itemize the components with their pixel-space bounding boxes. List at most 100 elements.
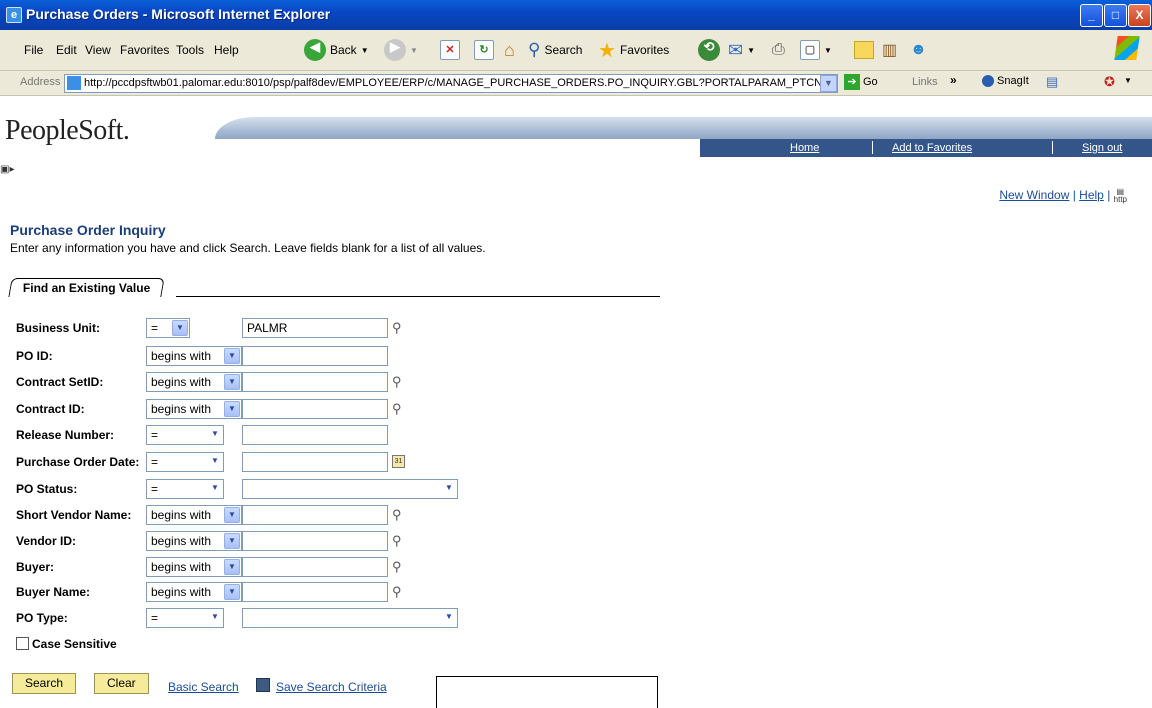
vendor-id-input[interactable] (242, 531, 388, 551)
menu-toggle-icon[interactable]: ▣▸ (0, 164, 14, 175)
research-button[interactable]: ▥ (882, 38, 897, 62)
release-number-operator-select[interactable]: = ▼ (146, 425, 224, 445)
messenger-button[interactable]: ☻ (910, 38, 927, 62)
sign-out-link[interactable]: Sign out (1082, 142, 1122, 154)
short-vendor-name-operator-select[interactable]: begins with ▼ (146, 505, 242, 525)
menu-help[interactable]: Help (214, 43, 239, 57)
buyer-operator-select[interactable]: begins with ▼ (146, 557, 242, 577)
chevron-down-icon: ▼ (172, 320, 188, 336)
short-vendor-name-input[interactable] (242, 505, 388, 525)
links-label[interactable]: Links (912, 76, 938, 88)
help-link[interactable]: Help (1079, 188, 1104, 202)
chevron-down-icon: ▼ (224, 507, 240, 523)
back-button[interactable]: ◀ Back ▼ (304, 38, 369, 62)
refresh-button[interactable]: ↻ (474, 38, 494, 62)
snagit-label: SnagIt (997, 75, 1029, 87)
address-input[interactable]: http://pccdpsftwb01.palomar.edu:8010/psp… (64, 74, 838, 93)
checkbox-box[interactable] (16, 637, 29, 650)
po-status-operator-select[interactable]: = ▼ (146, 479, 224, 499)
print-button[interactable]: ⎙ (772, 38, 785, 62)
contract-setid-input[interactable] (242, 372, 388, 392)
po-id-label: PO ID: (16, 349, 53, 363)
favorites-button[interactable]: ★ Favorites (598, 38, 669, 62)
printer-icon: ⎙ (772, 41, 785, 58)
lookup-icon[interactable]: ⚲ (392, 401, 402, 417)
home-button[interactable]: ⌂ (504, 38, 515, 62)
people-icon: ☻ (910, 41, 927, 58)
po-type-select[interactable]: ▼ (242, 608, 458, 628)
po-date-input[interactable] (242, 452, 388, 472)
tab-find-existing-value[interactable]: Find an Existing Value (8, 278, 166, 297)
release-number-input[interactable] (242, 425, 388, 445)
top-links: New Window | Help | ▤ http (999, 187, 1127, 204)
lookup-icon[interactable]: ⚲ (392, 374, 402, 390)
calendar-icon[interactable]: 31 (392, 455, 405, 468)
save-search-criteria-link[interactable]: Save Search Criteria (276, 680, 387, 694)
snagit-button[interactable]: SnagIt (982, 75, 1029, 87)
http-icon[interactable]: ▤ http (1114, 188, 1127, 204)
chevron-down-icon: ▼ (224, 559, 240, 575)
basic-search-link[interactable]: Basic Search (168, 680, 239, 694)
buyer-name-operator-select[interactable]: begins with ▼ (146, 582, 242, 602)
pdf-icon[interactable]: ✪ (1104, 74, 1115, 90)
chevron-down-icon: ▼ (211, 483, 219, 492)
operator-value: begins with (151, 375, 212, 389)
add-to-favorites-link[interactable]: Add to Favorites (892, 142, 972, 154)
forward-button[interactable]: ▶ ▼ (384, 38, 418, 62)
go-button[interactable]: ➔ Go (844, 74, 878, 90)
chevron-down-icon[interactable]: ▼ (1124, 76, 1132, 85)
minimize-button[interactable]: _ (1080, 4, 1103, 27)
search-button-main[interactable]: Search (12, 673, 77, 694)
save-icon[interactable] (256, 678, 270, 692)
lookup-icon[interactable]: ⚲ (392, 507, 402, 523)
close-button[interactable]: X (1128, 4, 1151, 27)
operator-value: begins with (151, 349, 212, 363)
lookup-icon[interactable]: ⚲ (392, 320, 402, 336)
menu-tools[interactable]: Tools (176, 43, 204, 57)
menu-favorites[interactable]: Favorites (120, 43, 169, 57)
stop-button[interactable]: ✕ (440, 38, 460, 62)
lookup-icon[interactable]: ⚲ (392, 559, 402, 575)
contract-id-input[interactable] (242, 399, 388, 419)
mail-button[interactable]: ✉ ▼ (728, 38, 755, 62)
business-unit-input[interactable]: PALMR (242, 318, 388, 338)
po-id-input[interactable] (242, 346, 388, 366)
buyer-input[interactable] (242, 557, 388, 577)
operator-value: begins with (151, 560, 212, 574)
vendor-id-operator-select[interactable]: begins with ▼ (146, 531, 242, 551)
lookup-icon[interactable]: ⚲ (392, 533, 402, 549)
po-date-operator-select[interactable]: = ▼ (146, 452, 224, 472)
edit-button[interactable]: ▢ ▼ (800, 38, 832, 62)
search-button[interactable]: ⚲ Search (528, 38, 582, 62)
address-dropdown-icon[interactable]: ▼ (820, 75, 837, 92)
po-id-operator-select[interactable]: begins with ▼ (146, 346, 242, 366)
snagit-capture-icon[interactable]: ▤ (1046, 74, 1058, 90)
page-title: Purchase Order Inquiry (10, 222, 166, 238)
menu-view[interactable]: View (85, 43, 111, 57)
case-sensitive-checkbox[interactable]: Case Sensitive (16, 637, 117, 651)
discuss-button[interactable] (854, 38, 874, 62)
business-unit-operator-select[interactable]: = ▼ (146, 318, 190, 338)
new-window-link[interactable]: New Window (999, 188, 1069, 202)
nav-divider (872, 141, 873, 154)
contract-setid-operator-select[interactable]: begins with ▼ (146, 372, 242, 392)
po-type-operator-select[interactable]: = ▼ (146, 608, 224, 628)
forward-arrow-icon: ▶ (384, 39, 406, 61)
chevron-down-icon: ▼ (747, 45, 756, 55)
po-status-select[interactable]: ▼ (242, 479, 458, 499)
menu-edit[interactable]: Edit (56, 43, 77, 57)
history-button[interactable]: ⟲ (698, 38, 720, 62)
buyer-name-input[interactable] (242, 582, 388, 602)
contract-setid-label: Contract SetID: (16, 375, 104, 389)
operator-value: = (151, 321, 159, 335)
peoplesoft-logo: PeopleSoft. (5, 115, 130, 146)
operator-value: begins with (151, 508, 212, 522)
home-link[interactable]: Home (790, 142, 819, 154)
chevron-right-icon[interactable]: » (950, 73, 957, 87)
po-status-label: PO Status: (16, 482, 78, 496)
lookup-icon[interactable]: ⚲ (392, 584, 402, 600)
menu-file[interactable]: File (24, 43, 43, 57)
contract-id-operator-select[interactable]: begins with ▼ (146, 399, 242, 419)
clear-button[interactable]: Clear (94, 673, 149, 694)
maximize-button[interactable]: □ (1104, 4, 1127, 27)
